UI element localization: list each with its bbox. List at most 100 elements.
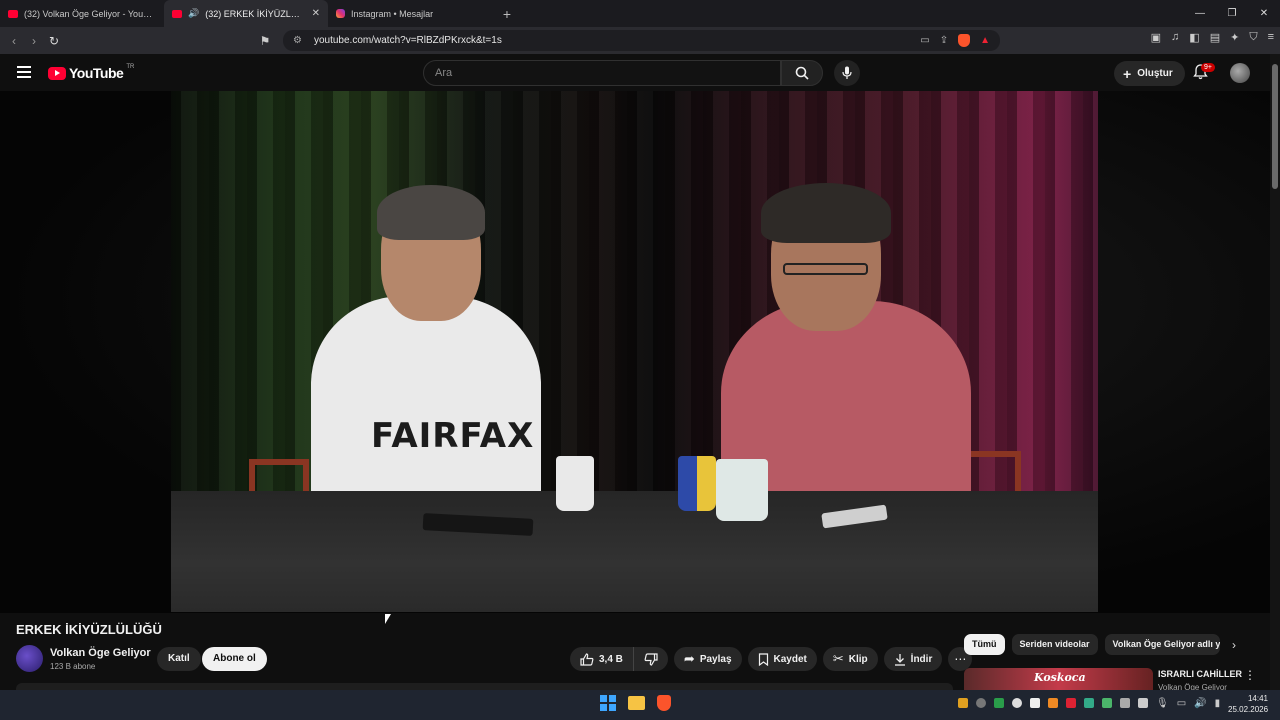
monitor-icon[interactable]: ▭ bbox=[1177, 698, 1186, 709]
like-button[interactable]: 3,4 B bbox=[570, 647, 634, 671]
tray-app-icon[interactable] bbox=[1084, 698, 1094, 708]
browser-tab-3[interactable]: Instagram • Mesajlar bbox=[328, 0, 492, 27]
browser-tab-2[interactable]: 🔊 (32) ERKEK İKİYÜZLÜLÜĞÜ - Y ✕ bbox=[164, 0, 328, 27]
download-button[interactable]: İndir bbox=[883, 647, 943, 671]
tray-app-icon[interactable] bbox=[1048, 698, 1058, 708]
browser-toolbar-right: ▣ ♫ ◧ ▤ ✦ ⛉ ≡ bbox=[1151, 31, 1274, 44]
windows-start-icon[interactable] bbox=[600, 695, 616, 711]
share-button[interactable]: ➦ Paylaş bbox=[673, 647, 742, 671]
site-settings-icon[interactable]: ⚙ bbox=[293, 35, 302, 46]
tray-app-icon[interactable] bbox=[1102, 698, 1112, 708]
search-icon bbox=[795, 66, 809, 80]
save-button[interactable]: Kaydet bbox=[747, 647, 817, 671]
tray-app-icon[interactable] bbox=[976, 698, 986, 708]
mouse-cursor bbox=[385, 614, 391, 624]
battery-icon[interactable]: ▮ bbox=[1215, 698, 1221, 709]
subscribe-button[interactable]: Abone ol bbox=[202, 647, 267, 671]
taskbar-clock[interactable]: 14:41 25.02.2026 bbox=[1228, 693, 1268, 715]
white-tshirt bbox=[311, 296, 541, 516]
brave-rewards-icon[interactable]: ▲ bbox=[980, 35, 990, 46]
vpn-icon[interactable]: ⛉ bbox=[1249, 31, 1257, 44]
tray-app-icon[interactable] bbox=[1138, 698, 1148, 708]
cast-icon[interactable]: ▭ bbox=[920, 35, 929, 46]
url-field[interactable]: ⚙ youtube.com/watch?v=RlBZdPKrxck&t=1s ▭… bbox=[283, 30, 1000, 51]
clip-label: Klip bbox=[848, 653, 868, 665]
recommended-video-title[interactable]: ISRARLI CAHİLLER bbox=[1158, 669, 1242, 679]
file-explorer-icon[interactable] bbox=[628, 696, 645, 710]
share-label: Paylaş bbox=[699, 653, 732, 665]
like-count: 3,4 B bbox=[599, 653, 623, 665]
restore-icon[interactable]: ❐ bbox=[1216, 0, 1248, 27]
chip-all[interactable]: Tümü bbox=[964, 634, 1005, 655]
video-player[interactable]: FAIRFAX bbox=[0, 91, 1270, 613]
speaker-icon[interactable]: 🔊 bbox=[188, 8, 199, 19]
volume-icon[interactable]: 🔊 bbox=[1194, 698, 1206, 709]
reload-icon[interactable]: ↻ bbox=[44, 34, 64, 48]
subscriber-count: 123 B abone bbox=[50, 662, 96, 671]
menu-icon[interactable]: ≡ bbox=[1268, 31, 1274, 44]
country-code: TR bbox=[126, 64, 135, 70]
brave-browser-icon[interactable] bbox=[657, 695, 671, 711]
mug-white-right bbox=[716, 459, 768, 521]
forward-icon[interactable]: › bbox=[24, 34, 44, 48]
save-label: Kaydet bbox=[773, 653, 807, 665]
back-icon[interactable]: ‹ bbox=[4, 34, 24, 48]
tray-app-icon[interactable] bbox=[1012, 698, 1022, 708]
minimize-icon[interactable]: — bbox=[1184, 0, 1216, 27]
create-button[interactable]: + Oluştur bbox=[1114, 61, 1185, 86]
join-button[interactable]: Katıl bbox=[157, 647, 201, 671]
bookmark-icon[interactable]: ⚑ bbox=[255, 34, 275, 48]
clock-date: 25.02.2026 bbox=[1228, 705, 1269, 714]
channel-avatar[interactable] bbox=[16, 645, 43, 672]
account-avatar[interactable] bbox=[1230, 63, 1250, 83]
omnibox-actions: ▭ ⇪ ▲ bbox=[920, 34, 1000, 47]
dislike-button[interactable] bbox=[633, 647, 668, 671]
plus-icon: + bbox=[1123, 65, 1132, 82]
clip-button[interactable]: ✂ Klip bbox=[822, 647, 878, 671]
more-vertical-icon[interactable]: ⋮ bbox=[1244, 668, 1256, 682]
tray-app-icon[interactable] bbox=[1066, 698, 1076, 708]
video-frame[interactable]: FAIRFAX bbox=[171, 91, 1098, 612]
chip-uploader[interactable]: Volkan Öge Geliyor adlı yükleyicinin vid… bbox=[1104, 634, 1220, 655]
chip-series[interactable]: Seriden videolar bbox=[1011, 634, 1098, 655]
leo-ai-icon[interactable]: ✦ bbox=[1230, 31, 1239, 44]
channel-name[interactable]: Volkan Öge Geliyor bbox=[50, 647, 151, 659]
microphone-tray-icon[interactable]: 🎙 bbox=[1156, 698, 1169, 709]
related-filter-chips: Tümü Seriden videolar Volkan Öge Geliyor… bbox=[964, 634, 1220, 655]
system-tray: 🎙 ▭ 🔊 ▮ bbox=[958, 698, 1220, 709]
voice-search-button[interactable] bbox=[834, 60, 860, 86]
close-tab-icon[interactable]: ✕ bbox=[312, 8, 320, 19]
clock-time: 14:41 bbox=[1247, 694, 1268, 703]
search-button[interactable] bbox=[781, 60, 823, 86]
media-icon[interactable]: ♫ bbox=[1171, 31, 1179, 44]
share-page-icon[interactable]: ⇪ bbox=[940, 35, 948, 46]
browser-tab-1[interactable]: (32) Volkan Öge Geliyor - YouTube bbox=[0, 0, 164, 27]
youtube-favicon-icon bbox=[172, 9, 182, 18]
wallet-icon[interactable]: ▤ bbox=[1210, 31, 1220, 44]
tray-app-icon[interactable] bbox=[994, 698, 1004, 708]
reader-mode-icon[interactable]: ▣ bbox=[1151, 31, 1161, 44]
host-right-hair bbox=[761, 183, 891, 243]
thumbs-down-icon bbox=[644, 652, 658, 666]
brave-shields-icon[interactable] bbox=[958, 34, 971, 47]
tab-title: Instagram • Mesajlar bbox=[351, 8, 434, 19]
notification-badge: 9+ bbox=[1201, 63, 1215, 72]
glasses bbox=[783, 263, 868, 275]
tray-app-icon[interactable] bbox=[958, 698, 968, 708]
youtube-masthead: YouTube TR Ara + Oluştur bbox=[0, 54, 1270, 91]
tray-app-icon[interactable] bbox=[1030, 698, 1040, 708]
tray-app-icon[interactable] bbox=[1120, 698, 1130, 708]
search-input[interactable]: Ara bbox=[423, 60, 781, 86]
description-box-top[interactable] bbox=[16, 683, 953, 690]
new-tab-button[interactable]: + bbox=[492, 6, 522, 22]
guide-menu-icon[interactable] bbox=[17, 66, 31, 78]
recommended-video-thumbnail[interactable]: Koskoca bbox=[964, 668, 1153, 690]
page-scrollbar[interactable] bbox=[1270, 54, 1280, 690]
sidebar-icon[interactable]: ◧ bbox=[1189, 31, 1199, 44]
chevron-right-icon[interactable]: › bbox=[1232, 638, 1236, 652]
share-icon: ➦ bbox=[683, 651, 695, 666]
scrollbar-thumb[interactable] bbox=[1272, 64, 1278, 189]
host-left: FAIRFAX bbox=[301, 185, 551, 516]
close-window-icon[interactable]: ✕ bbox=[1248, 0, 1280, 27]
youtube-logo[interactable]: YouTube TR bbox=[48, 64, 135, 81]
